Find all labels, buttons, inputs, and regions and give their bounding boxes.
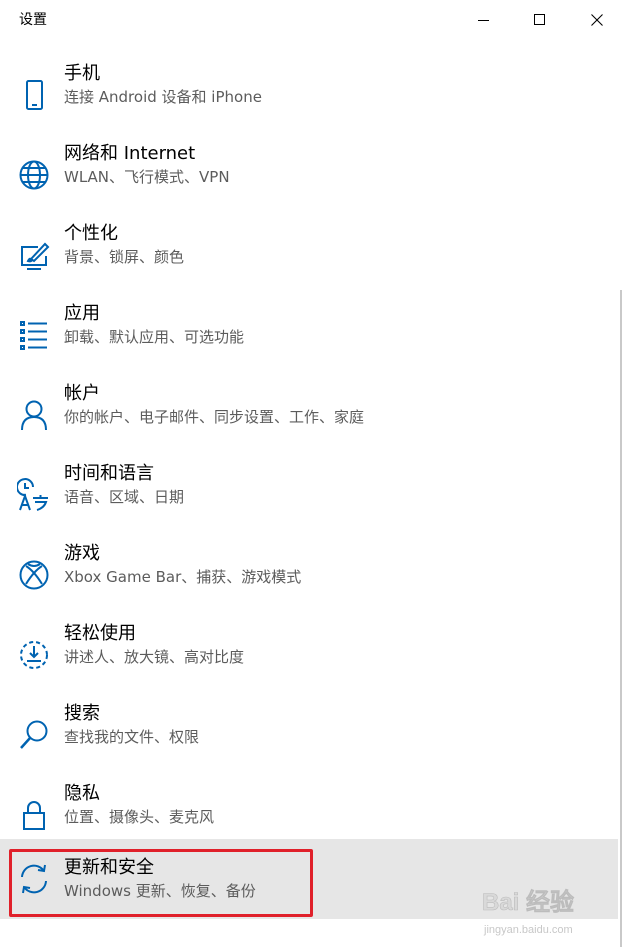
item-title: 个性化 xyxy=(64,223,118,244)
person-icon xyxy=(16,397,52,433)
title-bar: 设置 xyxy=(0,0,625,40)
settings-item-accounts[interactable]: 帐户 你的帐户、电子邮件、同步设置、工作、家庭 xyxy=(0,377,618,457)
close-icon xyxy=(591,14,603,26)
watermark-text: Bai 经验 xyxy=(482,888,574,916)
item-title: 游戏 xyxy=(64,543,100,564)
window-title: 设置 xyxy=(19,12,47,28)
maximize-button[interactable] xyxy=(512,0,568,40)
item-description: 连接 Android 设备和 iPhone xyxy=(64,88,262,106)
settings-item-network[interactable]: 网络和 Internet WLAN、飞行模式、VPN xyxy=(0,137,618,217)
item-title: 网络和 Internet xyxy=(64,143,196,164)
item-title: 手机 xyxy=(64,63,100,84)
xbox-icon xyxy=(16,557,52,593)
scrollbar[interactable] xyxy=(620,290,622,947)
item-description: 位置、摄像头、麦克风 xyxy=(64,808,215,826)
settings-item-personalization[interactable]: 个性化 背景、锁屏、颜色 xyxy=(0,217,618,297)
globe-icon xyxy=(16,157,52,193)
item-description: 背景、锁屏、颜色 xyxy=(64,248,185,266)
item-title: 搜索 xyxy=(64,703,100,724)
minimize-icon xyxy=(478,20,489,21)
item-description: WLAN、飞行模式、VPN xyxy=(64,168,230,186)
item-title: 时间和语言 xyxy=(64,463,154,484)
settings-item-apps[interactable]: 应用 卸载、默认应用、可选功能 xyxy=(0,297,618,377)
close-button[interactable] xyxy=(569,0,625,40)
lock-icon xyxy=(16,797,52,833)
personalization-icon xyxy=(16,237,52,273)
settings-item-gaming[interactable]: 游戏 Xbox Game Bar、捕获、游戏模式 xyxy=(0,537,618,617)
item-description: 语音、区域、日期 xyxy=(64,488,185,506)
item-title: 应用 xyxy=(64,303,100,324)
settings-item-time-language[interactable]: 时间和语言 语音、区域、日期 xyxy=(0,457,618,537)
item-description: 查找我的文件、权限 xyxy=(64,728,200,746)
item-description: 讲述人、放大镜、高对比度 xyxy=(64,648,245,666)
item-description: Xbox Game Bar、捕获、游戏模式 xyxy=(64,568,302,586)
baidu-jingyan-watermark: Bai 经验 jingyan.baidu.com xyxy=(478,880,608,940)
apps-list-icon xyxy=(16,317,52,353)
watermark-url: jingyan.baidu.com xyxy=(483,924,573,936)
annotation-highlight-box xyxy=(9,849,313,917)
maximize-icon xyxy=(534,14,545,25)
item-title: 轻松使用 xyxy=(64,623,136,644)
settings-item-phone[interactable]: 手机 连接 Android 设备和 iPhone xyxy=(0,57,618,137)
time-language-icon xyxy=(16,477,52,513)
settings-item-ease-of-access[interactable]: 轻松使用 讲述人、放大镜、高对比度 xyxy=(0,617,618,697)
settings-window: 设置 手机 连接 Android 设备和 iPhone 网络和 Internet… xyxy=(0,0,625,948)
item-title: 隐私 xyxy=(64,783,100,804)
item-description: 你的帐户、电子邮件、同步设置、工作、家庭 xyxy=(64,408,365,426)
minimize-button[interactable] xyxy=(456,0,512,40)
item-title: 帐户 xyxy=(64,383,100,404)
ease-of-access-icon xyxy=(16,637,52,673)
item-description: 卸载、默认应用、可选功能 xyxy=(64,328,245,346)
settings-item-search[interactable]: 搜索 查找我的文件、权限 xyxy=(0,697,618,777)
phone-icon xyxy=(16,77,52,113)
search-icon xyxy=(16,717,52,753)
